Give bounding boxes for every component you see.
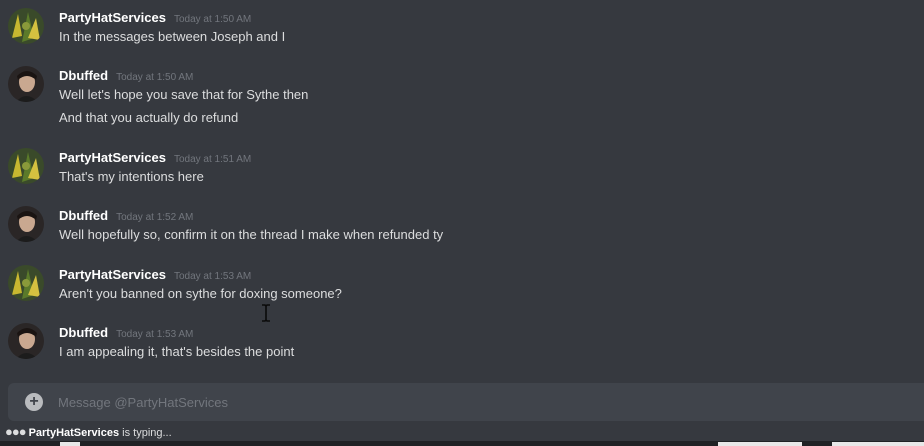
- plus-circle-icon[interactable]: +: [25, 393, 43, 411]
- person-avatar-icon[interactable]: [8, 206, 44, 242]
- message-text: Well hopefully so, confirm it on the thr…: [59, 227, 444, 242]
- message-text: And that you actually do refund: [59, 110, 239, 125]
- message-header: Dbuffed Today at 1:53 AM: [59, 324, 193, 342]
- message-timestamp: Today at 1:50 AM: [116, 72, 194, 83]
- message-text: That's my intentions here: [59, 169, 204, 184]
- person-avatar-icon[interactable]: [8, 66, 44, 102]
- person-avatar-icon[interactable]: [8, 323, 44, 359]
- message-timestamp: Today at 1:53 AM: [173, 271, 252, 282]
- text-cursor-icon: [261, 304, 271, 322]
- author-name[interactable]: Dbuffed: [59, 68, 108, 83]
- message-header: PartyHatServices Today at 1:50 AM: [59, 9, 251, 27]
- message-timestamp: Today at 1:51 AM: [173, 154, 252, 165]
- party-hat-avatar-icon[interactable]: [8, 265, 44, 301]
- party-hat-avatar-icon[interactable]: [8, 148, 44, 184]
- taskbar-block: [832, 442, 924, 446]
- typing-dots-icon: ●●●: [5, 424, 27, 439]
- message-list: PartyHatServices Today at 1:50 AM In the …: [0, 0, 924, 380]
- taskbar-block: [718, 442, 802, 446]
- message-input[interactable]: [58, 391, 898, 413]
- author-name[interactable]: Dbuffed: [59, 208, 108, 223]
- typing-suffix: is typing...: [122, 427, 172, 439]
- message-timestamp: Today at 1:52 AM: [116, 212, 194, 223]
- message-timestamp: Today at 1:50 AM: [173, 14, 252, 25]
- message-header: PartyHatServices Today at 1:51 AM: [59, 149, 251, 167]
- message-text: Well let's hope you save that for Sythe …: [59, 87, 309, 102]
- typing-indicator: ●●● PartyHatServices is typing...: [5, 424, 172, 439]
- message-header: PartyHatServices Today at 1:53 AM: [59, 266, 251, 284]
- author-name[interactable]: PartyHatServices: [59, 150, 166, 165]
- dm-chat-window: PartyHatServices Today at 1:50 AM In the …: [0, 0, 924, 446]
- author-name[interactable]: PartyHatServices: [59, 267, 166, 282]
- message-composer: +: [8, 383, 924, 421]
- typing-user: PartyHatServices: [28, 427, 120, 439]
- taskbar-block: [60, 442, 80, 446]
- message-header: Dbuffed Today at 1:52 AM: [59, 207, 193, 225]
- author-name[interactable]: PartyHatServices: [59, 10, 166, 25]
- message-text: In the messages between Joseph and I: [59, 29, 286, 44]
- message-text: Aren't you banned on sythe for doxing so…: [59, 286, 342, 301]
- party-hat-avatar-icon[interactable]: [8, 8, 44, 44]
- message-header: Dbuffed Today at 1:50 AM: [59, 67, 193, 85]
- message-timestamp: Today at 1:53 AM: [116, 329, 194, 340]
- author-name[interactable]: Dbuffed: [59, 325, 108, 340]
- message-text: I am appealing it, that's besides the po…: [59, 344, 295, 359]
